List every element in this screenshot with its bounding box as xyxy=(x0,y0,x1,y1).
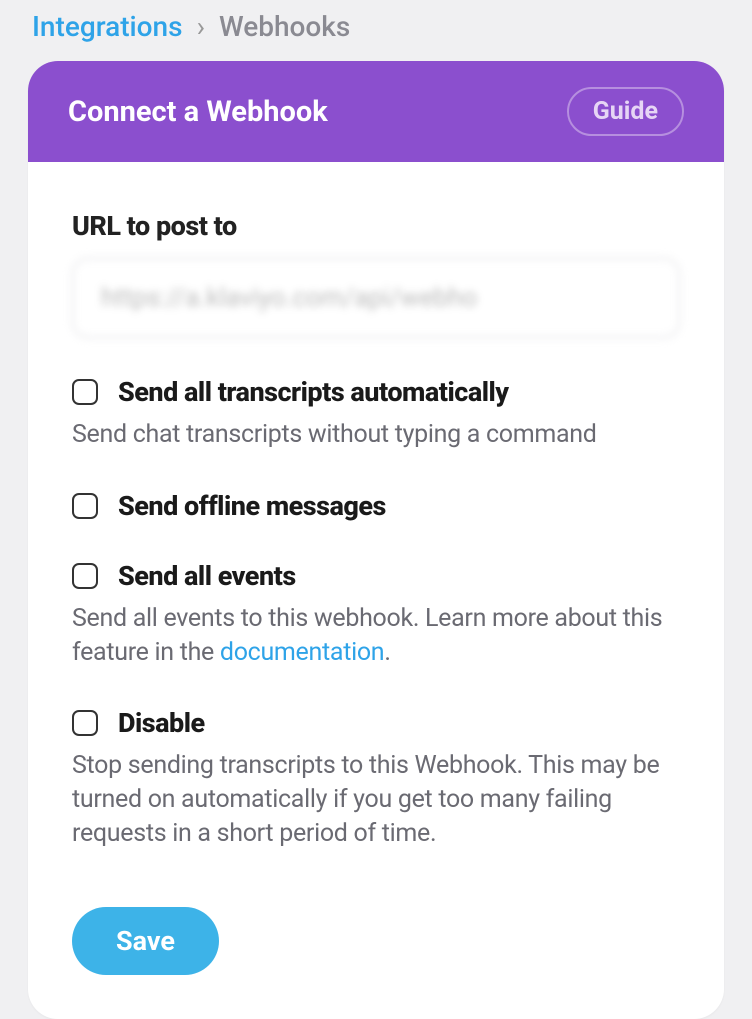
option-transcripts-title: Send all transcripts automatically xyxy=(118,376,509,408)
option-transcripts-desc: Send chat transcripts without typing a c… xyxy=(72,418,680,452)
option-offline-title: Send offline messages xyxy=(118,490,386,522)
option-events: Send all events Send all events to this … xyxy=(72,560,680,670)
checkbox-offline[interactable] xyxy=(72,493,98,519)
card-body: URL to post to Send all transcripts auto… xyxy=(28,162,724,1019)
option-events-title: Send all events xyxy=(118,560,296,592)
card-header: Connect a Webhook Guide xyxy=(28,61,724,162)
option-disable-title: Disable xyxy=(118,707,205,739)
breadcrumb: Integrations › Webhooks xyxy=(0,0,752,61)
option-disable: Disable Stop sending transcripts to this… xyxy=(72,707,680,850)
checkbox-transcripts[interactable] xyxy=(72,379,98,405)
breadcrumb-current: Webhooks xyxy=(219,10,350,43)
documentation-link[interactable]: documentation xyxy=(220,638,384,667)
breadcrumb-integrations-link[interactable]: Integrations xyxy=(32,10,183,43)
webhook-card: Connect a Webhook Guide URL to post to S… xyxy=(28,61,724,1019)
save-button[interactable]: Save xyxy=(72,907,219,975)
option-offline: Send offline messages xyxy=(72,490,680,522)
option-disable-desc: Stop sending transcripts to this Webhook… xyxy=(72,749,680,850)
breadcrumb-separator: › xyxy=(197,10,205,43)
guide-button[interactable]: Guide xyxy=(567,87,684,136)
option-transcripts: Send all transcripts automatically Send … xyxy=(72,376,680,452)
url-input[interactable] xyxy=(72,258,680,338)
checkbox-events[interactable] xyxy=(72,563,98,589)
checkbox-disable[interactable] xyxy=(72,710,98,736)
card-title: Connect a Webhook xyxy=(68,95,328,129)
url-label: URL to post to xyxy=(72,210,680,242)
option-events-desc: Send all events to this webhook. Learn m… xyxy=(72,602,680,670)
option-events-desc-after: . xyxy=(384,638,390,667)
